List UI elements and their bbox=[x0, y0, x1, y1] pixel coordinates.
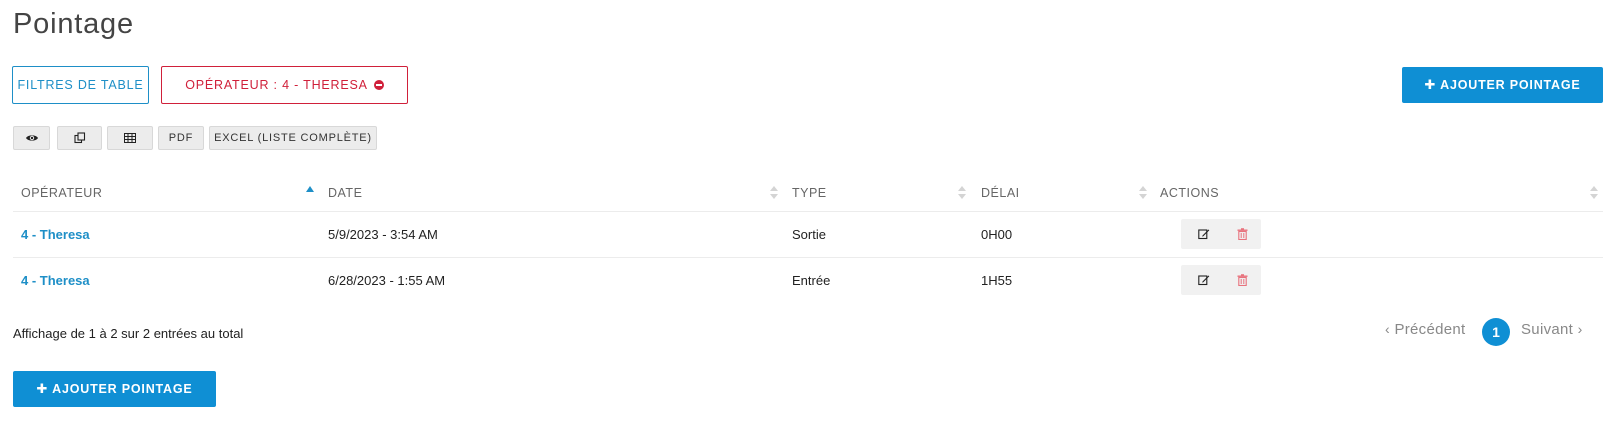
date-cell: 5/9/2023 - 3:54 AM bbox=[328, 227, 438, 242]
page-title: Pointage bbox=[13, 8, 134, 40]
sort-icon[interactable] bbox=[958, 186, 966, 200]
sort-icon[interactable] bbox=[1590, 186, 1598, 200]
page-1-button[interactable]: 1 bbox=[1482, 318, 1510, 346]
plus-icon: ✚ bbox=[36, 381, 49, 396]
trash-icon[interactable] bbox=[1237, 228, 1248, 240]
add-pointage-button-top[interactable]: ✚ AJOUTER POINTAGE bbox=[1402, 67, 1603, 103]
copy-button[interactable] bbox=[57, 126, 102, 150]
remove-filter-icon[interactable] bbox=[373, 80, 384, 90]
previous-label: Précédent bbox=[1394, 321, 1466, 338]
column-header-actions[interactable]: ACTIONS bbox=[1160, 186, 1219, 200]
pdf-label: PDF bbox=[168, 132, 194, 144]
table-icon bbox=[124, 133, 136, 143]
type-cell: Sortie bbox=[792, 227, 826, 242]
next-page-button[interactable]: Suivant › bbox=[1521, 321, 1583, 338]
sort-ascending-icon[interactable] bbox=[306, 186, 314, 192]
table-filters-label: FILTRES DE TABLE bbox=[17, 78, 144, 92]
delay-cell: 0H00 bbox=[981, 227, 1013, 242]
trash-icon[interactable] bbox=[1237, 274, 1248, 286]
copy-icon bbox=[73, 132, 85, 144]
operator-filter-chip[interactable]: OPÉRATEUR : 4 - THERESA bbox=[161, 66, 408, 104]
operator-link[interactable]: 4 - Theresa bbox=[21, 273, 90, 288]
row-actions bbox=[1181, 265, 1261, 295]
date-cell: 6/28/2023 - 1:55 AM bbox=[328, 273, 446, 288]
sort-icon[interactable] bbox=[770, 186, 778, 200]
operator-filter-label: OPÉRATEUR : 4 - THERESA bbox=[185, 78, 368, 92]
row-actions bbox=[1181, 219, 1261, 249]
add-pointage-button-bottom[interactable]: ✚ AJOUTER POINTAGE bbox=[13, 371, 216, 407]
sort-icon[interactable] bbox=[1139, 186, 1147, 200]
row-divider bbox=[13, 257, 1603, 258]
table-filters-button[interactable]: FILTRES DE TABLE bbox=[12, 66, 149, 104]
column-visibility-button[interactable] bbox=[13, 126, 50, 150]
column-header-operator[interactable]: OPÉRATEUR bbox=[21, 186, 102, 200]
eye-icon bbox=[25, 135, 38, 141]
pdf-export-button[interactable]: PDF bbox=[158, 126, 204, 150]
next-label: Suivant bbox=[1521, 321, 1574, 338]
header-divider bbox=[13, 211, 1603, 212]
type-cell: Entrée bbox=[792, 273, 831, 288]
plus-icon: ✚ bbox=[1424, 77, 1437, 92]
chevron-left-icon: ‹ bbox=[1385, 321, 1390, 337]
delay-cell: 1H55 bbox=[981, 273, 1013, 288]
edit-icon[interactable] bbox=[1198, 228, 1210, 240]
pagination-info: Affichage de 1 à 2 sur 2 entrées au tota… bbox=[13, 326, 244, 341]
previous-page-button[interactable]: ‹ Précédent bbox=[1385, 321, 1466, 338]
column-header-type[interactable]: TYPE bbox=[792, 186, 827, 200]
column-header-date[interactable]: DATE bbox=[328, 186, 362, 200]
excel-label: EXCEL (LISTE COMPLÈTE) bbox=[214, 132, 372, 144]
edit-icon[interactable] bbox=[1198, 274, 1210, 286]
operator-link[interactable]: 4 - Theresa bbox=[21, 227, 90, 242]
add-pointage-label: AJOUTER POINTAGE bbox=[1440, 78, 1581, 92]
chevron-right-icon: › bbox=[1577, 321, 1583, 337]
csv-export-button[interactable] bbox=[107, 126, 153, 150]
add-pointage-label: AJOUTER POINTAGE bbox=[52, 382, 193, 396]
column-header-delay[interactable]: DÉLAI bbox=[981, 186, 1020, 200]
excel-export-button[interactable]: EXCEL (LISTE COMPLÈTE) bbox=[209, 126, 377, 150]
